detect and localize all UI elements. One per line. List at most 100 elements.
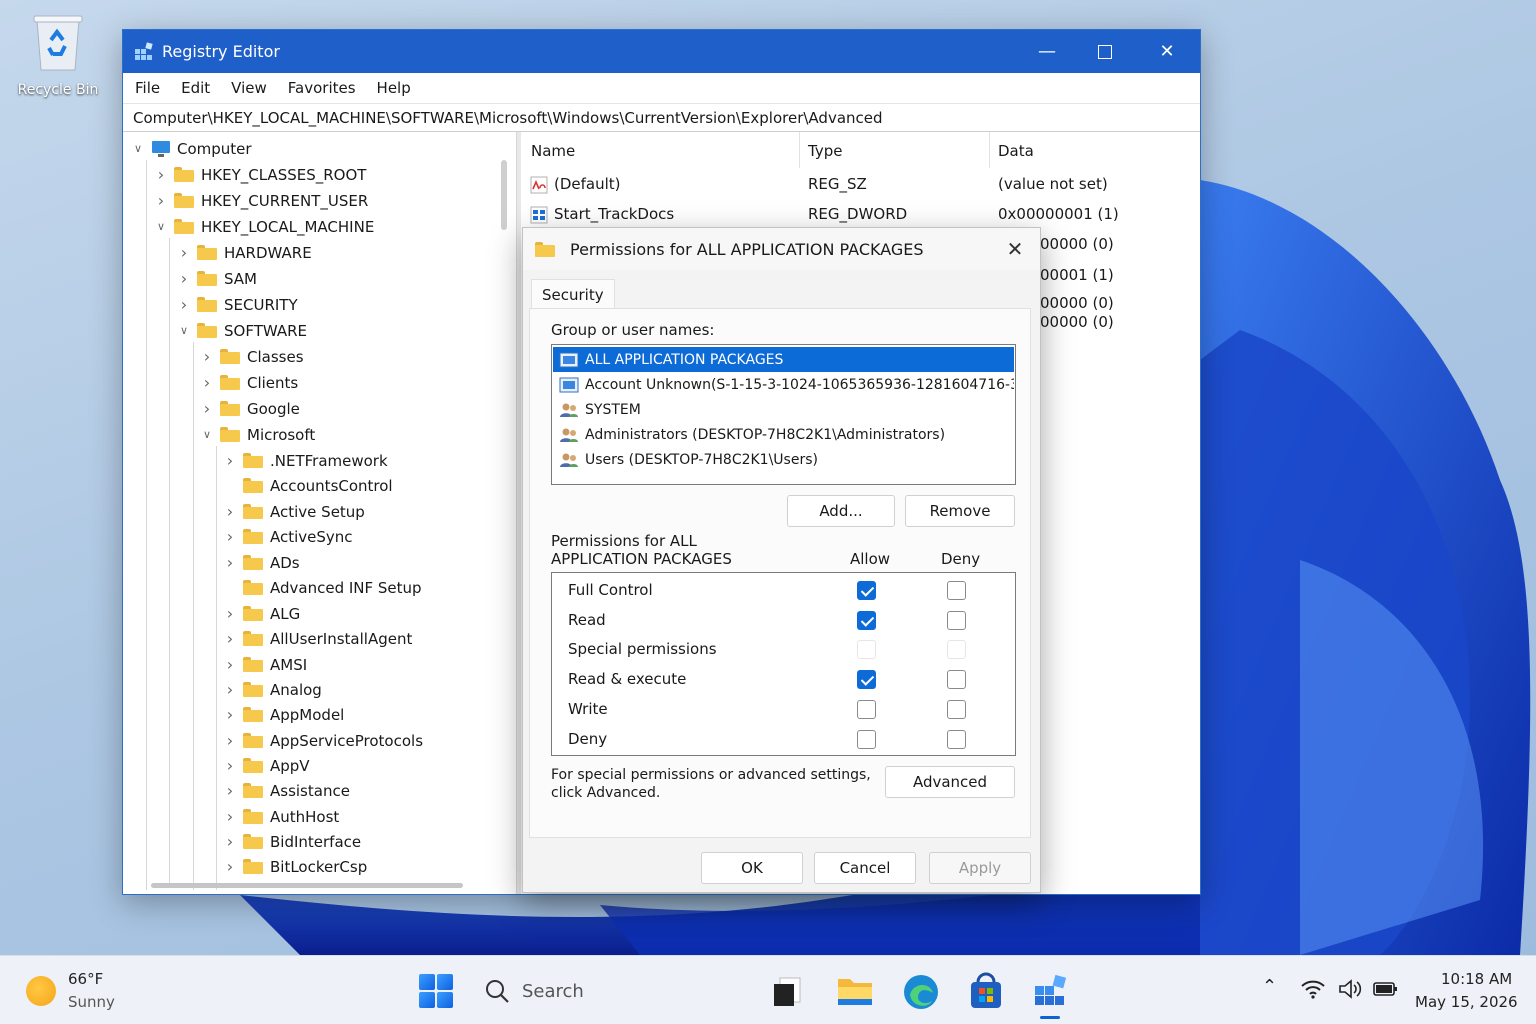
chevron-right-icon[interactable]: ›: [223, 857, 237, 876]
chevron-right-icon[interactable]: ›: [223, 553, 237, 572]
start-button[interactable]: [419, 974, 453, 1008]
value-row[interactable]: (Default) REG_SZ (value not set): [521, 171, 1200, 199]
weather-condition[interactable]: Sunny: [68, 993, 115, 1011]
tree-node[interactable]: › Assistance: [223, 778, 350, 803]
maximize-button[interactable]: [1075, 30, 1135, 73]
tree-node[interactable]: › AllUserInstallAgent: [223, 626, 413, 651]
chevron-right-icon[interactable]: ›: [154, 165, 168, 184]
chevron-right-icon[interactable]: ›: [223, 680, 237, 699]
chevron-right-icon[interactable]: ›: [200, 399, 214, 418]
column-name[interactable]: Name: [531, 142, 575, 160]
tree-node[interactable]: AccountsControl: [223, 473, 393, 498]
deny-checkbox[interactable]: [947, 610, 966, 630]
deny-checkbox[interactable]: [947, 581, 966, 600]
column-data[interactable]: Data: [998, 142, 1034, 160]
chevron-right-icon[interactable]: ›: [223, 451, 237, 470]
microsoft-store-icon[interactable]: [968, 972, 1004, 1010]
chevron-right-icon[interactable]: ›: [223, 832, 237, 851]
weather-sun-icon[interactable]: [26, 976, 56, 1006]
chevron-right-icon[interactable]: ›: [177, 243, 191, 262]
deny-checkbox[interactable]: [947, 729, 966, 749]
tree-node[interactable]: › .NETFramework: [223, 448, 388, 473]
chevron-right-icon[interactable]: ›: [223, 807, 237, 826]
user-list-item[interactable]: Users (DESKTOP-7H8C2K1\Users): [553, 447, 1014, 472]
clock-date[interactable]: May 15, 2026: [1415, 993, 1518, 1011]
tree-node[interactable]: › SAM: [177, 266, 257, 291]
chevron-down-icon[interactable]: ∨: [154, 220, 168, 233]
chevron-right-icon[interactable]: ›: [200, 347, 214, 366]
chevron-right-icon[interactable]: ›: [154, 191, 168, 210]
edge-browser-icon[interactable]: [902, 973, 940, 1011]
tree-node[interactable]: › ADs: [223, 550, 300, 575]
column-separator[interactable]: [989, 132, 990, 168]
column-separator[interactable]: [799, 132, 800, 168]
add-button[interactable]: Add...: [787, 495, 895, 527]
chevron-right-icon[interactable]: ›: [223, 629, 237, 648]
tree-node[interactable]: › Google: [200, 396, 300, 421]
tree-node[interactable]: › Classes: [200, 344, 304, 369]
task-view-icon[interactable]: [770, 974, 804, 1008]
close-button[interactable]: ✕: [1137, 30, 1197, 73]
tree-node[interactable]: › AppServiceProtocols: [223, 728, 423, 753]
column-type[interactable]: Type: [808, 142, 842, 160]
chevron-down-icon[interactable]: ∨: [131, 142, 145, 155]
tree-node[interactable]: ∨ Computer: [131, 136, 252, 161]
allow-checkbox[interactable]: [857, 729, 876, 749]
tree-node[interactable]: › HARDWARE: [177, 240, 312, 265]
menu-view[interactable]: View: [231, 79, 267, 97]
chevron-up-icon[interactable]: ⌃: [1262, 976, 1277, 997]
key-tree[interactable]: ∨ Computer › HKEY_CLASSES_ROOT › HKEY_CURRENT…: [123, 132, 516, 892]
dialog-title-bar[interactable]: Permissions for ALL APPLICATION PACKAGES: [523, 228, 1040, 270]
clock-time[interactable]: 10:18 AM: [1441, 970, 1512, 988]
menu-favorites[interactable]: Favorites: [288, 79, 356, 97]
tree-node[interactable]: › HKEY_CURRENT_USER: [154, 188, 369, 213]
tree-node[interactable]: › ActiveSync: [223, 524, 353, 549]
chevron-right-icon[interactable]: ›: [177, 295, 191, 314]
wifi-icon[interactable]: [1300, 978, 1326, 1000]
tree-node[interactable]: ∨ SOFTWARE: [177, 318, 307, 343]
allow-checkbox[interactable]: [857, 699, 876, 719]
deny-checkbox[interactable]: [947, 670, 966, 690]
tree-node[interactable]: ∨ HKEY_LOCAL_MACHINE: [154, 214, 374, 239]
cancel-button[interactable]: Cancel: [814, 852, 916, 884]
chevron-right-icon[interactable]: ›: [200, 373, 214, 392]
user-list[interactable]: ALL APPLICATION PACKAGES Account Unknown(…: [551, 344, 1016, 485]
address-bar[interactable]: Computer\HKEY_LOCAL_MACHINE\SOFTWARE\Mic…: [123, 103, 1200, 132]
file-explorer-icon[interactable]: [836, 973, 874, 1009]
user-list-item[interactable]: ALL APPLICATION PACKAGES: [553, 347, 1014, 372]
tree-node[interactable]: › AMSI: [223, 652, 307, 677]
registry-editor-taskbar-icon[interactable]: [1032, 972, 1070, 1010]
chevron-right-icon[interactable]: ›: [223, 655, 237, 674]
tree-node[interactable]: › Analog: [223, 677, 322, 702]
tree-vertical-scrollbar[interactable]: [501, 160, 507, 230]
user-list-item[interactable]: Account Unknown(S-1-15-3-1024-1065365936…: [553, 372, 1014, 397]
allow-checkbox[interactable]: [857, 581, 876, 600]
menu-help[interactable]: Help: [377, 79, 411, 97]
tree-node[interactable]: › Clients: [200, 370, 298, 395]
chevron-down-icon[interactable]: ∨: [200, 428, 214, 441]
tree-node[interactable]: › HKEY_CLASSES_ROOT: [154, 162, 367, 187]
volume-icon[interactable]: [1337, 978, 1363, 1000]
tree-node[interactable]: › AppModel: [223, 702, 345, 727]
chevron-right-icon[interactable]: ›: [223, 756, 237, 775]
chevron-right-icon[interactable]: ›: [177, 269, 191, 288]
weather-temperature[interactable]: 66°F: [68, 970, 103, 988]
tree-node[interactable]: › AppV: [223, 753, 310, 778]
tree-horizontal-scrollbar[interactable]: [151, 883, 463, 888]
battery-icon[interactable]: [1372, 978, 1400, 1000]
ok-button[interactable]: OK: [701, 852, 803, 884]
tree-node[interactable]: › Active Setup: [223, 499, 365, 524]
user-list-item[interactable]: Administrators (DESKTOP-7H8C2K1\Administ…: [553, 422, 1014, 447]
remove-button[interactable]: Remove: [905, 495, 1015, 527]
menu-file[interactable]: File: [135, 79, 160, 97]
tree-node[interactable]: › ALG: [223, 601, 300, 626]
chevron-right-icon[interactable]: ›: [223, 781, 237, 800]
tree-node[interactable]: ∨ Microsoft: [200, 422, 315, 447]
allow-checkbox[interactable]: [857, 610, 876, 630]
menu-edit[interactable]: Edit: [181, 79, 210, 97]
taskbar-search[interactable]: Search: [484, 974, 644, 1008]
tree-node[interactable]: › BidInterface: [223, 829, 361, 854]
title-bar[interactable]: Registry Editor — ✕: [123, 30, 1200, 73]
chevron-right-icon[interactable]: ›: [223, 502, 237, 521]
user-list-item[interactable]: SYSTEM: [553, 397, 1014, 422]
